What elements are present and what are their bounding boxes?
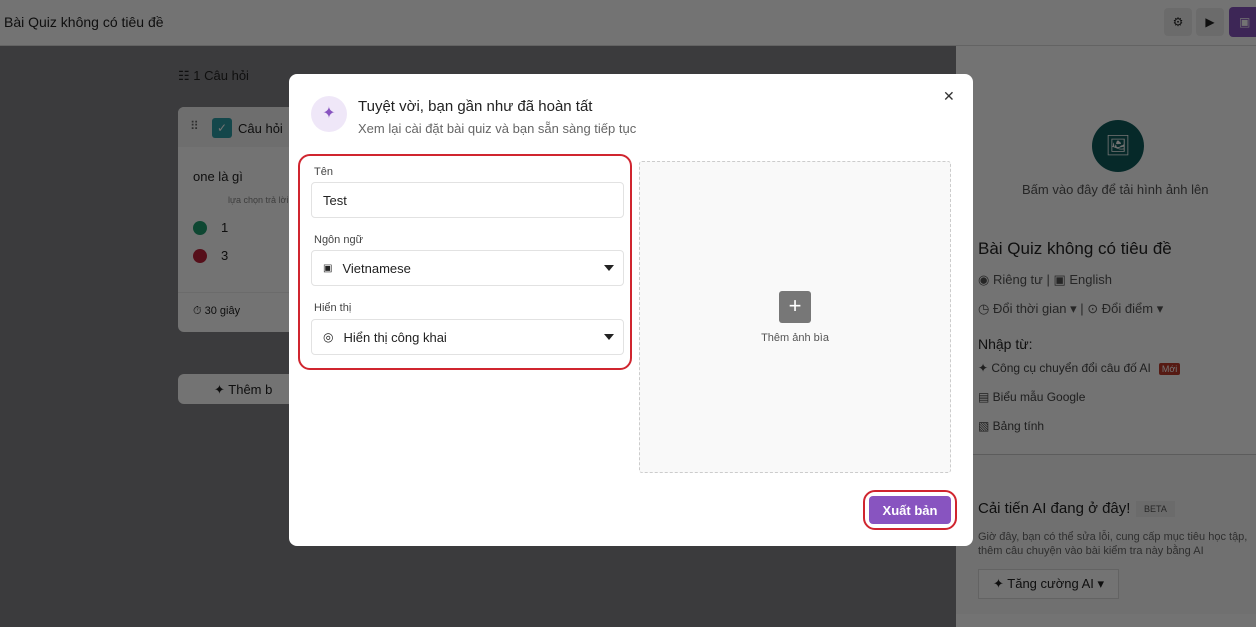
- time-label: Đổi thời gian: [992, 301, 1067, 316]
- question-type: Câu hỏi: [238, 121, 283, 136]
- drag-handle-icon[interactable]: ⠿: [190, 119, 199, 133]
- import-google-forms[interactable]: ▤ Biểu mẫu Google: [978, 390, 1085, 404]
- upload-text[interactable]: Bấm vào đây để tải hình ảnh lên: [1022, 182, 1208, 197]
- question-count: ☷ 1 Câu hỏi: [178, 68, 249, 83]
- ai-description: Giờ đây, bạn có thể sửa lỗi, cung cấp mụ…: [978, 531, 1248, 557]
- close-icon[interactable]: ✕: [943, 88, 955, 105]
- import-title: Nhập từ:: [978, 336, 1033, 352]
- save-icon: ▣: [1239, 15, 1251, 29]
- answer-text: 1: [221, 220, 229, 235]
- panel-quiz-title: Bài Quiz không có tiêu đề: [978, 239, 1172, 258]
- ai-section: Cải tiến AI đang ở đây! BETA Giờ đây, bạ…: [956, 454, 1256, 614]
- language-label: English: [1069, 272, 1113, 287]
- dialog-subtitle: Xem lại cài đặt bài quiz và bạn sẵn sàng…: [358, 121, 637, 136]
- image-icon[interactable]: 🖼: [1092, 120, 1144, 172]
- name-label: Tên: [314, 166, 333, 178]
- correct-dot-icon: [193, 220, 207, 235]
- preview-button[interactable]: ▶: [1196, 8, 1224, 36]
- privacy-language[interactable]: ◉ Riêng tư | ▣ English: [978, 272, 1112, 288]
- cover-image-dropzone[interactable]: + Thêm ảnh bìa: [639, 161, 951, 473]
- dialog-title: Tuyệt vời, bạn gần như đã hoàn tất: [358, 98, 593, 115]
- visibility-value: Hiển thị công khai: [343, 329, 447, 345]
- language-value: Vietnamese: [342, 260, 411, 276]
- import-spreadsheet[interactable]: ▧ Bảng tính: [978, 419, 1044, 433]
- question-count-label: 1 Câu hỏi: [193, 68, 249, 83]
- import-label: Biểu mẫu Google: [992, 390, 1086, 404]
- quiz-title: Bài Quiz không có tiêu đề: [4, 14, 164, 30]
- cover-label: Thêm ảnh bìa: [761, 332, 829, 344]
- answer-text: 3: [221, 248, 229, 263]
- visibility-select[interactable]: ◎ Hiển thị công khai: [311, 319, 624, 355]
- import-ai[interactable]: ✦ Công cụ chuyển đổi câu đố AI Mới: [978, 361, 1181, 375]
- plus-icon[interactable]: +: [779, 291, 811, 323]
- ai-title: Cải tiến AI đang ở đây!: [978, 500, 1131, 517]
- add-label: Thêm b: [228, 382, 273, 397]
- time-label: 30 giây: [204, 305, 241, 317]
- language-label: Ngôn ngữ: [314, 234, 363, 246]
- ai-enhance-button[interactable]: ✦ Tăng cường AI ▾: [978, 569, 1120, 599]
- top-bar: Bài Quiz không có tiêu đề ⚙ ▶ ▣: [0, 0, 1256, 46]
- ai-button-label: Tăng cường AI: [1007, 576, 1094, 591]
- language-icon: ▣: [323, 262, 333, 274]
- gear-icon: ⚙: [1172, 15, 1184, 29]
- answer-item: 3: [193, 248, 228, 263]
- new-badge: Mới: [1158, 363, 1181, 375]
- settings-button[interactable]: ⚙: [1164, 8, 1192, 36]
- quiz-settings-panel: 🖼 Bấm vào đây để tải hình ảnh lên Bài Qu…: [956, 46, 1256, 627]
- eye-icon: ◎: [323, 330, 334, 344]
- publish-button[interactable]: Xuất bản: [869, 496, 951, 524]
- import-label: Công cụ chuyển đổi câu đố AI: [991, 361, 1151, 375]
- caret-down-icon: [604, 334, 614, 340]
- answer-item: 1: [193, 220, 228, 235]
- privacy-label: Riêng tư: [992, 272, 1043, 287]
- language-select[interactable]: ▣ Vietnamese: [311, 250, 624, 286]
- beta-badge: BETA: [1136, 501, 1175, 517]
- question-text: one là gì: [193, 169, 243, 184]
- import-label: Bảng tính: [992, 419, 1045, 433]
- time-points[interactable]: ◷ Đổi thời gian ▾ | ⊙ Đổi điểm ▾: [978, 301, 1163, 317]
- name-input[interactable]: Test: [311, 182, 624, 218]
- save-button[interactable]: ▣: [1229, 7, 1256, 37]
- incorrect-dot-icon: [193, 248, 207, 263]
- caret-down-icon: [604, 265, 614, 271]
- answer-hint: lựa chọn trả lời: [228, 195, 289, 205]
- play-icon: ▶: [1205, 15, 1215, 29]
- checkbox-icon: ✓: [212, 118, 232, 138]
- points-label: Đổi điểm: [1101, 301, 1154, 316]
- sparkle-icon: ✦: [311, 96, 347, 132]
- visibility-label: Hiển thị: [314, 302, 352, 314]
- name-value: Test: [323, 192, 347, 208]
- publish-dialog: ✦ Tuyệt vời, bạn gần như đã hoàn tất Xem…: [289, 74, 973, 546]
